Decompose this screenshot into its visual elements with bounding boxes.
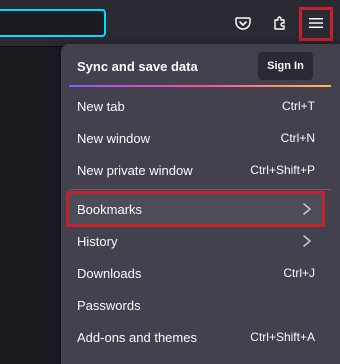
pocket-button[interactable] xyxy=(229,9,257,37)
menu-button-highlight xyxy=(299,7,333,41)
menu-item-label: Add-ons and themes xyxy=(77,330,197,345)
menu-item-label: New window xyxy=(77,131,150,146)
menu-item-bookmarks[interactable]: Bookmarks xyxy=(61,193,340,225)
menu-item-new-private-window[interactable]: New private window Ctrl+Shift+P xyxy=(61,154,340,186)
menu-item-passwords[interactable]: Passwords xyxy=(61,289,340,321)
toolbar xyxy=(0,0,340,46)
menu-item-downloads[interactable]: Downloads Ctrl+J xyxy=(61,257,340,289)
puzzle-icon xyxy=(274,16,285,30)
url-bar[interactable] xyxy=(0,9,106,37)
sync-row: Sync and save data Sign In xyxy=(61,44,340,88)
menu-item-shortcut: Ctrl+T xyxy=(282,99,315,113)
menu-item-label: Bookmarks xyxy=(77,202,143,217)
sign-in-button[interactable]: Sign In xyxy=(258,52,313,80)
menu-item-shortcut: Ctrl+Shift+P xyxy=(250,163,315,177)
menu-item-new-tab[interactable]: New tab Ctrl+T xyxy=(61,90,340,122)
menu-item-new-window[interactable]: New window Ctrl+N xyxy=(61,122,340,154)
menu-item-label: History xyxy=(77,234,118,249)
menu-item-shortcut: Ctrl+Shift+A xyxy=(250,330,315,344)
menu-item-label: New private window xyxy=(77,163,193,178)
chevron-right-icon xyxy=(303,203,311,215)
gradient-separator xyxy=(69,85,331,87)
menu-item-addons-themes[interactable]: Add-ons and themes Ctrl+Shift+A xyxy=(61,321,340,353)
pocket-icon xyxy=(235,17,251,30)
app-menu-panel: Sync and save data Sign In New tab Ctrl+… xyxy=(61,44,340,364)
menu-item-shortcut: Ctrl+N xyxy=(280,131,315,145)
menu-item-label: New tab xyxy=(77,99,125,114)
sync-label: Sync and save data xyxy=(77,59,198,74)
extensions-button[interactable] xyxy=(266,9,294,37)
menu-separator xyxy=(69,189,331,190)
menu-item-label: Downloads xyxy=(77,266,142,281)
menu-item-label: Passwords xyxy=(77,298,141,313)
menu-item-shortcut: Ctrl+J xyxy=(283,266,315,280)
menu-item-history[interactable]: History xyxy=(61,225,340,257)
chevron-right-icon xyxy=(303,235,311,247)
